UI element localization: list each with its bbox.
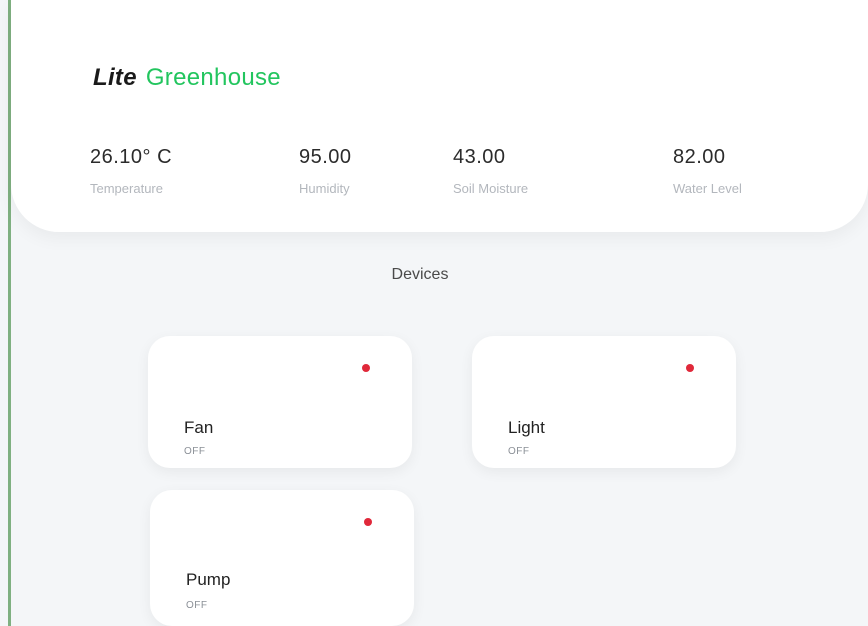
device-state: OFF [186, 600, 208, 611]
app-title: Lite Greenhouse [93, 64, 281, 92]
stat-label: Water Level [673, 181, 742, 196]
stat-value: 43.00 [453, 146, 506, 168]
device-name: Light [508, 418, 545, 437]
stat-value: 95.00 [299, 146, 352, 168]
device-state: OFF [184, 446, 206, 457]
stat-value: 26.10° C [90, 146, 173, 168]
device-card-fan[interactable]: Fan OFF [148, 336, 412, 468]
stat-temperature: 26.10° C Temperature [90, 146, 172, 196]
status-dot-icon [364, 518, 372, 526]
device-state: OFF [508, 446, 530, 457]
device-card-pump[interactable]: Pump OFF [150, 490, 414, 626]
brand-greenhouse: Greenhouse [145, 64, 281, 91]
stat-humidity: 95.00 Humidity [299, 146, 352, 196]
stat-label: Temperature [90, 181, 163, 196]
stat-soil-moisture: 43.00 Soil Moisture [453, 146, 528, 196]
stat-value: 82.00 [673, 146, 726, 168]
app-frame: Lite Greenhouse 26.10° C Temperature 95.… [0, 0, 868, 626]
stat-label: Humidity [299, 181, 350, 196]
status-dot-icon [362, 364, 370, 372]
stat-water-level: 82.00 Water Level [673, 146, 742, 196]
stat-label: Soil Moisture [453, 181, 529, 196]
device-name: Fan [184, 418, 214, 437]
header-card: Lite Greenhouse 26.10° C Temperature 95.… [11, 0, 868, 232]
device-card-light[interactable]: Light OFF [472, 336, 736, 468]
sensor-stats: 26.10° C Temperature 95.00 Humidity 43.0… [11, 146, 868, 206]
brand-lite: Lite [93, 64, 137, 91]
device-name: Pump [186, 570, 231, 589]
devices-heading: Devices [391, 266, 449, 283]
status-dot-icon [686, 364, 694, 372]
